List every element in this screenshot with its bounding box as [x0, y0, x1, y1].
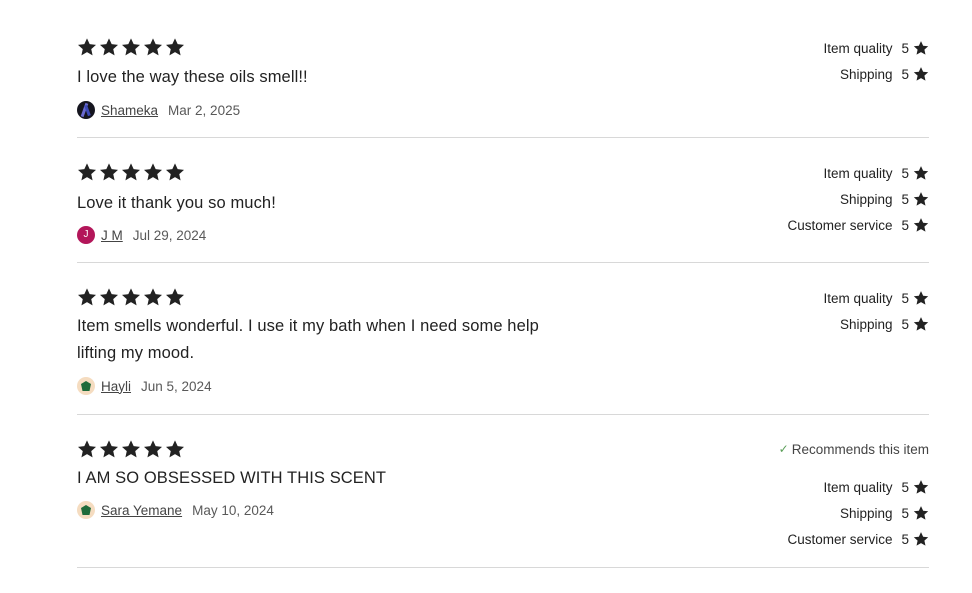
recommends-label: Recommends this item	[791, 441, 929, 457]
review-text: Love it thank you so much!	[77, 194, 276, 212]
star-icon	[121, 37, 143, 59]
star-icon	[77, 162, 99, 184]
rating-value: 5	[901, 479, 909, 495]
sub-ratings: Item quality 5 Shipping 5	[823, 285, 929, 337]
rating-item-quality: Item quality 5	[823, 35, 929, 61]
star-rating	[77, 162, 187, 184]
rating-customer-service: Customer service 5	[787, 212, 929, 238]
star-icon	[77, 287, 99, 309]
star-icon	[165, 287, 187, 309]
review-item: Love it thank you so much! J J M Jul 29,…	[77, 138, 929, 263]
star-icon	[913, 66, 929, 82]
rating-label: Item quality	[823, 479, 893, 495]
review-text: Item smells wonderful. I use it my bath …	[77, 313, 539, 367]
rating-item-quality: Item quality 5	[823, 160, 929, 186]
star-icon	[165, 439, 187, 461]
review-item: Item smells wonderful. I use it my bath …	[77, 263, 929, 415]
rating-shipping: Shipping 5	[840, 311, 929, 337]
review-text-line: lifting my mood.	[77, 344, 195, 362]
sub-ratings: ✓ Recommends this item Item quality 5 Sh…	[779, 436, 929, 552]
review-date: Mar 2, 2025	[168, 102, 241, 118]
rating-label: Item quality	[823, 290, 893, 306]
star-icon	[913, 40, 929, 56]
rating-label: Item quality	[823, 40, 893, 56]
review-text: I AM SO OBSESSED WITH THIS SCENT	[77, 469, 387, 487]
star-rating	[77, 37, 187, 59]
rating-value: 5	[901, 191, 909, 207]
avatar	[77, 101, 95, 119]
review-date: Jul 29, 2024	[132, 227, 207, 243]
star-icon	[165, 37, 187, 59]
avatar	[77, 501, 95, 519]
star-icon	[121, 287, 143, 309]
star-icon	[99, 162, 121, 184]
star-icon	[143, 439, 165, 461]
rating-value: 5	[901, 531, 909, 547]
rating-value: 5	[901, 290, 909, 306]
star-icon	[143, 37, 165, 59]
review-meta: Shameka Mar 2, 2025	[77, 100, 240, 120]
rating-item-quality: Item quality 5	[823, 285, 929, 311]
rating-item-quality: Item quality 5	[823, 474, 929, 500]
star-icon	[143, 287, 165, 309]
star-icon	[165, 162, 187, 184]
sub-ratings: Item quality 5 Shipping 5	[823, 35, 929, 87]
star-icon	[913, 479, 929, 495]
review-date: May 10, 2024	[192, 502, 274, 518]
star-icon	[913, 290, 929, 306]
reviewer-name-link[interactable]: J M	[101, 228, 123, 243]
star-icon	[99, 287, 121, 309]
checkmark-icon: ✓	[778, 442, 789, 456]
rating-label: Shipping	[839, 316, 893, 332]
review-date: Jun 5, 2024	[141, 378, 212, 394]
reviewer-name-link[interactable]: Hayli	[101, 379, 131, 394]
sub-ratings: Item quality 5 Shipping 5 Customer servi…	[787, 160, 929, 238]
rating-shipping: Shipping 5	[840, 186, 929, 212]
rating-label: Shipping	[839, 191, 893, 207]
star-icon	[121, 162, 143, 184]
reviews-list: I love the way these oils smell!! Shamek…	[77, 0, 929, 568]
avatar: J	[77, 226, 95, 244]
star-icon	[121, 439, 143, 461]
rating-value: 5	[901, 66, 909, 82]
rating-shipping: Shipping 5	[840, 61, 929, 87]
rating-label: Customer service	[787, 217, 893, 233]
reviewer-name-link[interactable]: Shameka	[101, 103, 158, 118]
star-icon	[77, 439, 99, 461]
star-icon	[99, 439, 121, 461]
star-rating	[77, 439, 187, 461]
star-icon	[913, 531, 929, 547]
review-meta: J J M Jul 29, 2024	[77, 225, 206, 245]
avatar	[77, 377, 95, 395]
rating-value: 5	[901, 316, 909, 332]
rating-label: Shipping	[839, 66, 893, 82]
review-text: I love the way these oils smell!!	[77, 68, 308, 86]
rating-shipping: Shipping 5	[840, 500, 929, 526]
review-meta: Sara Yemane May 10, 2024	[77, 500, 274, 520]
review-item: I love the way these oils smell!! Shamek…	[77, 0, 929, 138]
reviewer-name-link[interactable]: Sara Yemane	[101, 503, 182, 518]
star-icon	[913, 191, 929, 207]
star-icon	[143, 162, 165, 184]
star-icon	[913, 217, 929, 233]
review-item: I AM SO OBSESSED WITH THIS SCENT Sara Ye…	[77, 415, 929, 568]
rating-value: 5	[901, 505, 909, 521]
rating-label: Item quality	[823, 165, 893, 181]
star-icon	[77, 37, 99, 59]
recommends-badge: ✓ Recommends this item	[779, 436, 929, 462]
star-icon	[913, 505, 929, 521]
rating-value: 5	[901, 165, 909, 181]
rating-value: 5	[901, 217, 909, 233]
star-icon	[99, 37, 121, 59]
star-icon	[913, 316, 929, 332]
rating-value: 5	[901, 40, 909, 56]
review-meta: Hayli Jun 5, 2024	[77, 376, 212, 396]
star-rating	[77, 287, 187, 309]
rating-customer-service: Customer service 5	[787, 526, 929, 552]
star-icon	[913, 165, 929, 181]
rating-label: Shipping	[839, 505, 893, 521]
rating-label: Customer service	[787, 531, 893, 547]
review-text-line: Item smells wonderful. I use it my bath …	[77, 317, 539, 335]
